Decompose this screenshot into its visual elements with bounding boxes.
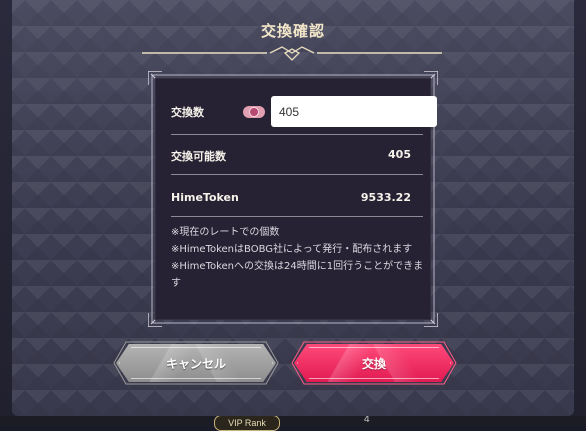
exchange-amount-label: 交換数: [171, 106, 204, 119]
cancel-button-label: キャンセル: [165, 356, 226, 371]
note-issuer: ※HimeTokenはBOBG社によって発行・配布されます: [171, 244, 413, 255]
vip-rank-label: VIP Rank: [214, 415, 280, 431]
exchange-button[interactable]: 交換: [294, 344, 454, 382]
exchange-confirm-dialog: 交換確認 交換数 交換可能数 405 HimeToken 9533.22 ※現在…: [12, 0, 574, 416]
underlying-page-strip: [0, 416, 586, 426]
note-frequency: ※HimeTokenへの交換は24時間に1回行うことができます: [171, 261, 424, 289]
exchange-button-label: 交換: [361, 356, 386, 371]
note-rate: ※現在のレートでの個数: [171, 227, 280, 238]
hime-token-label: HimeToken: [171, 191, 239, 204]
divider: [171, 134, 423, 135]
divider: [171, 174, 423, 175]
cancel-button[interactable]: キャンセル: [116, 344, 276, 382]
hime-token-value: 9533.22: [360, 191, 411, 204]
exchangeable-amount-value: 405: [388, 148, 411, 161]
ornament-divider-icon: [142, 46, 442, 61]
exchange-amount-input[interactable]: [271, 96, 437, 127]
exchange-info-panel: 交換数 交換可能数 405 HimeToken 9533.22 ※現在のレートで…: [155, 78, 437, 320]
dialog-title: 交換確認: [260, 22, 325, 40]
exchangeable-amount-label: 交換可能数: [171, 150, 226, 163]
token-coin-icon: [243, 106, 265, 118]
divider: [171, 216, 423, 217]
